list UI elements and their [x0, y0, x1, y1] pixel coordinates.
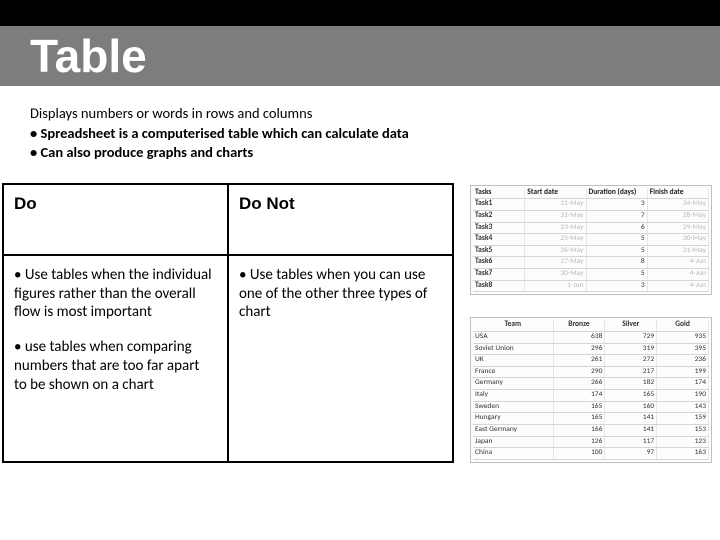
th: Gold	[657, 320, 709, 331]
table-row: Japan126117123	[473, 436, 709, 448]
table-row: Task81-Jun34-Jun	[473, 280, 709, 292]
task-mini-table: Tasks Start date Duration (days) Finish …	[473, 188, 709, 293]
table-row: Germany266182174	[473, 378, 709, 390]
table-row: UK261272236	[473, 355, 709, 367]
do-item: • use tables when comparing numbers that…	[14, 338, 215, 394]
th: Bronze	[553, 320, 605, 331]
country-mini-table: Team Bronze Silver Gold USA638729935Sovi…	[473, 320, 709, 460]
th: Duration (days)	[586, 188, 647, 199]
table-row: China10097163	[473, 448, 709, 460]
table-row: Italy174165190	[473, 390, 709, 402]
intro-block: Displays numbers or words in rows and co…	[0, 86, 720, 173]
donot-cell: • Use tables when you can use one of the…	[228, 255, 453, 462]
intro-bullet: • Spreadsheet is a computerised table wh…	[30, 124, 690, 144]
donot-header: Do Not	[228, 184, 453, 255]
title-bar: Table	[0, 26, 720, 86]
table-row: Soviet Union296319395	[473, 343, 709, 355]
table-row: Task425-May530-May	[473, 234, 709, 246]
table-row: France290217199	[473, 366, 709, 378]
table-row: Task627-May84-Jun	[473, 257, 709, 269]
guideline-table: Do Do Not • Use tables when the individu…	[2, 183, 454, 463]
table-row: Task323-May629-May	[473, 222, 709, 234]
task-table-example: Tasks Start date Duration (days) Finish …	[470, 185, 712, 296]
th: Team	[473, 320, 553, 331]
table-row: USA638729935	[473, 331, 709, 343]
th: Silver	[605, 320, 657, 331]
th: Finish date	[647, 188, 708, 199]
content-row: Do Do Not • Use tables when the individu…	[0, 173, 720, 463]
table-row: Task526-May531-May	[473, 245, 709, 257]
intro-line: Displays numbers or words in rows and co…	[30, 104, 690, 124]
donot-item: • Use tables when you can use one of the…	[239, 266, 440, 322]
table-row: Task121-May324-May	[473, 199, 709, 211]
do-cell: • Use tables when the individual figures…	[3, 255, 228, 462]
th: Tasks	[473, 188, 525, 199]
table-row: Task221-May728-May	[473, 210, 709, 222]
table-row: Task730-May54-Jun	[473, 269, 709, 281]
table-row: Hungary165141159	[473, 413, 709, 425]
do-item: • Use tables when the individual figures…	[14, 266, 215, 322]
th: Start date	[525, 188, 586, 199]
top-black-bar	[0, 0, 720, 26]
do-header: Do	[3, 184, 228, 255]
side-examples: Tasks Start date Duration (days) Finish …	[454, 183, 720, 463]
page-title: Table	[30, 29, 147, 83]
country-table-example: Team Bronze Silver Gold USA638729935Sovi…	[470, 317, 712, 463]
table-row: East Germany166141153	[473, 424, 709, 436]
table-row: Sweden165160143	[473, 401, 709, 413]
intro-bullet: • Can also produce graphs and charts	[30, 143, 690, 163]
